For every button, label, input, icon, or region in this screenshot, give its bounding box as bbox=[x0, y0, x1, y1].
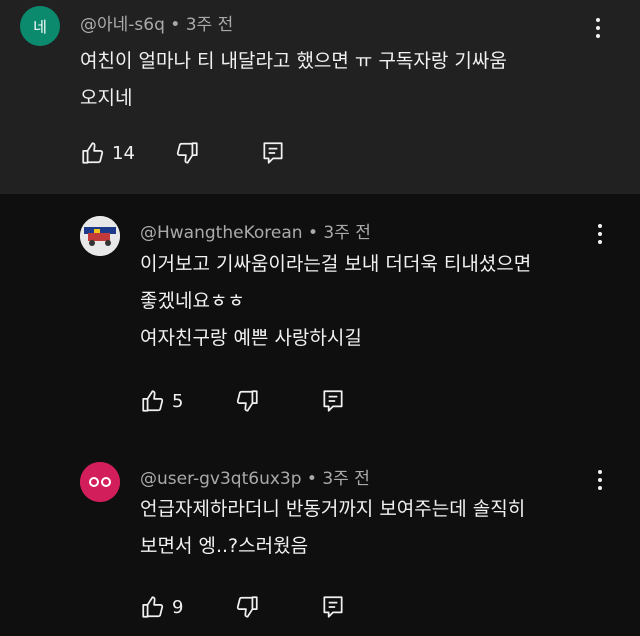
comment-line: 이거보고 기싸움이라는걸 보내 더더욱 티내셨으면 bbox=[140, 253, 532, 275]
like-count: 9 bbox=[172, 596, 184, 618]
avatar[interactable] bbox=[80, 462, 120, 502]
comment-3: @user-gv3qt6ux3p • 3주 전 언급자제하라더니 반동거까지 보… bbox=[0, 444, 640, 636]
avatar-image bbox=[80, 216, 120, 256]
thumbs-down-icon bbox=[176, 142, 198, 164]
dislike-button[interactable] bbox=[234, 594, 260, 620]
comment-line: 여친이 얼마나 티 내달라고 했으면 ㅠ 구독자랑 기싸움 bbox=[80, 50, 507, 72]
dislike-button[interactable] bbox=[234, 388, 260, 414]
reply-button[interactable] bbox=[260, 140, 286, 166]
comment-text: 언급자제하라더니 반동거까지 보여주는데 솔직히 보면서 엥..?스러웠음 bbox=[140, 491, 525, 565]
like-button[interactable]: 14 bbox=[80, 140, 135, 166]
like-button[interactable]: 9 bbox=[140, 594, 183, 620]
reply-icon bbox=[323, 596, 343, 618]
more-vert-icon[interactable] bbox=[586, 14, 610, 42]
comment-text: 여친이 얼마나 티 내달라고 했으면 ㅠ 구독자랑 기싸움 오지네 bbox=[80, 43, 507, 117]
avatar-image bbox=[80, 462, 120, 502]
comment-line: 보면서 엥..?스러웠음 bbox=[140, 535, 309, 557]
reply-icon bbox=[263, 142, 283, 164]
thumbs-down-icon bbox=[236, 390, 258, 412]
reply-button[interactable] bbox=[320, 594, 346, 620]
thumbs-up-icon bbox=[142, 596, 164, 618]
thumbs-up-icon bbox=[82, 142, 104, 164]
comment-author-meta[interactable]: @user-gv3qt6ux3p • 3주 전 bbox=[140, 464, 370, 489]
like-count: 5 bbox=[172, 390, 184, 412]
reply-button[interactable] bbox=[320, 388, 346, 414]
comment-line: 오지네 bbox=[80, 87, 133, 109]
reply-icon bbox=[323, 390, 343, 412]
dislike-button[interactable] bbox=[174, 140, 200, 166]
comment-1: 네 @아네-s6q • 3주 전 여친이 얼마나 티 내달라고 했으면 ㅠ 구독… bbox=[0, 0, 640, 194]
avatar[interactable] bbox=[80, 216, 120, 256]
like-count: 14 bbox=[112, 142, 135, 164]
comment-author-meta[interactable]: @아네-s6q • 3주 전 bbox=[80, 10, 233, 35]
thumbs-up-icon bbox=[142, 390, 164, 412]
avatar-initial: 네 bbox=[33, 17, 47, 36]
comment-text: 이거보고 기싸움이라는걸 보내 더더욱 티내셨으면 좋겠네요ㅎㅎ 여자친구랑 예… bbox=[140, 246, 531, 357]
thumbs-down-icon bbox=[236, 596, 258, 618]
comment-author-meta[interactable]: @HwangtheKorean • 3주 전 bbox=[140, 218, 371, 243]
more-vert-icon[interactable] bbox=[588, 220, 612, 248]
more-vert-icon[interactable] bbox=[588, 466, 612, 494]
comment-line: 좋겠네요ㅎㅎ bbox=[140, 290, 245, 312]
comment-2: @HwangtheKorean • 3주 전 이거보고 기싸움이라는걸 보내 더… bbox=[0, 194, 640, 444]
comment-line: 언급자제하라더니 반동거까지 보여주는데 솔직히 bbox=[140, 498, 526, 520]
comment-line: 여자친구랑 예쁜 사랑하시길 bbox=[140, 327, 362, 349]
like-button[interactable]: 5 bbox=[140, 388, 183, 414]
avatar[interactable]: 네 bbox=[20, 6, 60, 46]
